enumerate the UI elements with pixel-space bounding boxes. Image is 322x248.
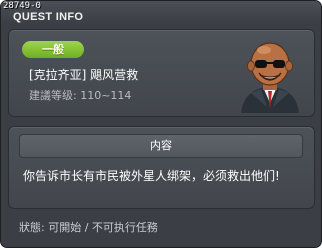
npc-portrait-icon	[241, 42, 299, 113]
quest-description: 你告诉市长有市民被外星人绑架，必须救出他们!	[23, 169, 280, 183]
category-badge: 一般	[22, 41, 84, 58]
recommended-level: 建議等级: 110~114	[29, 89, 132, 102]
title-bar[interactable]: 28749-0 QUEST INFO	[1, 1, 321, 25]
window-title: QUEST INFO	[13, 11, 84, 23]
content-header: 内容	[19, 134, 303, 158]
quest-title: [克拉齐亚] 飓风营救	[29, 68, 139, 82]
quest-status: 狀態: 可開始 / 不可执行任務	[19, 221, 158, 234]
quest-info-window: 28749-0 QUEST INFO 一般 [克拉齐亚] 飓风营救 建議等级: …	[0, 0, 322, 248]
